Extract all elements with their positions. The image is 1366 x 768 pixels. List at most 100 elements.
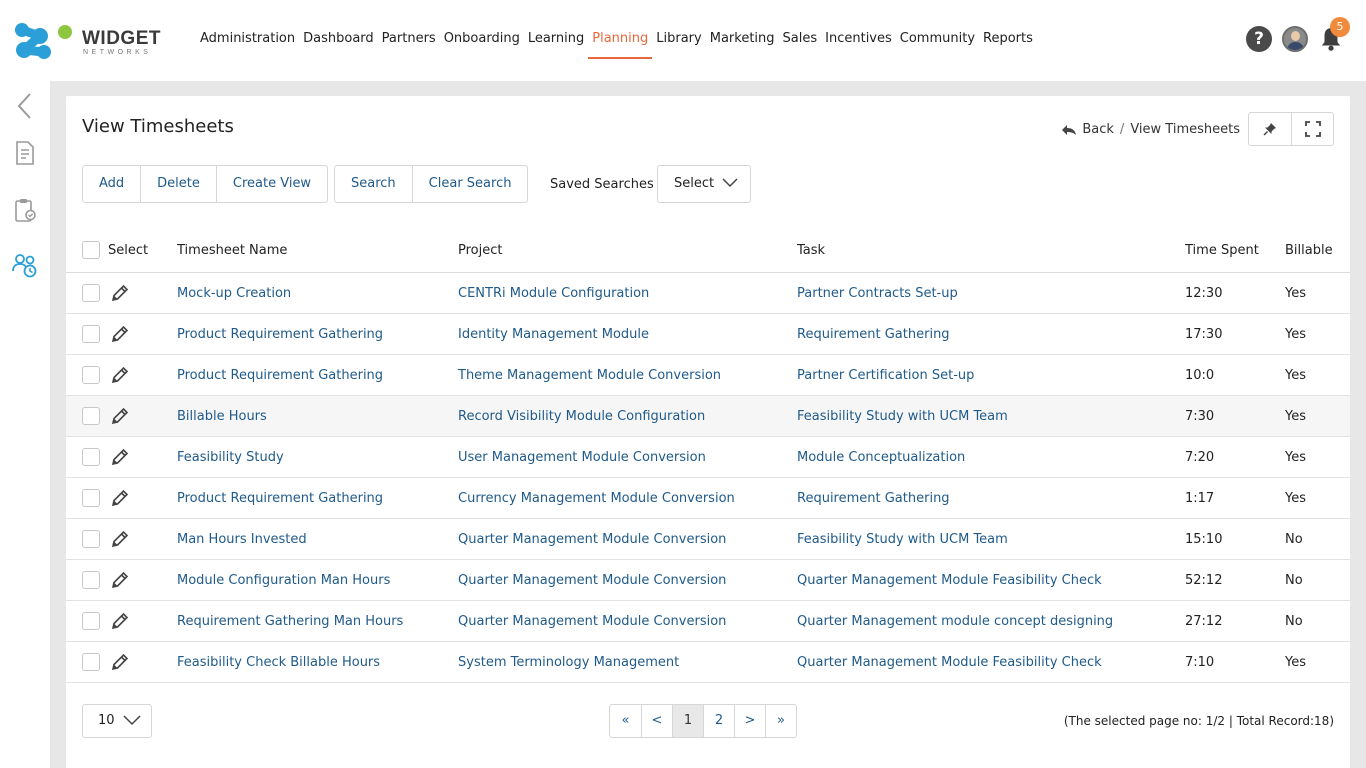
delete-button[interactable]: Delete [140, 166, 216, 202]
task-link[interactable]: Partner Contracts Set-up [797, 273, 958, 313]
project-link[interactable]: CENTRi Module Configuration [458, 273, 649, 313]
row-checkbox[interactable] [82, 571, 100, 589]
pin-button[interactable] [1249, 113, 1291, 145]
timesheet-name-link[interactable]: Module Configuration Man Hours [177, 560, 390, 600]
project-link[interactable]: Quarter Management Module Conversion [458, 560, 726, 600]
row-checkbox[interactable] [82, 284, 100, 302]
edit-button[interactable] [110, 355, 130, 395]
edit-button[interactable] [110, 314, 130, 354]
billable-value: Yes [1285, 654, 1306, 670]
create-view-button[interactable]: Create View [215, 166, 327, 202]
timesheet-name-link[interactable]: Product Requirement Gathering [177, 314, 383, 354]
project-link[interactable]: Identity Management Module [458, 314, 649, 354]
nav-item-planning[interactable]: Planning [588, 29, 653, 59]
project-link[interactable]: Theme Management Module Conversion [458, 355, 721, 395]
project-link[interactable]: Record Visibility Module Configuration [458, 396, 705, 436]
billable-value: Yes [1285, 408, 1306, 424]
time-spent: 1:17 [1185, 490, 1215, 506]
page-2-button[interactable]: 2 [703, 705, 734, 737]
search-button[interactable]: Search [335, 166, 412, 202]
first-page-button[interactable]: « [610, 705, 641, 737]
timesheet-name-link[interactable]: Requirement Gathering Man Hours [177, 601, 403, 641]
saved-searches-select[interactable]: Select [657, 165, 751, 203]
nav-item-learning[interactable]: Learning [524, 29, 588, 59]
breadcrumb-current: View Timesheets [1130, 122, 1240, 137]
timesheet-name-link[interactable]: Billable Hours [177, 396, 267, 436]
timesheet-name-link[interactable]: Product Requirement Gathering [177, 355, 383, 395]
timesheet-name-link[interactable]: Mock-up Creation [177, 273, 291, 313]
task-link[interactable]: Quarter Management Module Feasibility Ch… [797, 560, 1102, 600]
project-link[interactable]: User Management Module Conversion [458, 437, 706, 477]
sidebar-item-approvals[interactable] [12, 197, 38, 223]
row-checkbox[interactable] [82, 325, 100, 343]
nav-item-onboarding[interactable]: Onboarding [440, 29, 524, 59]
nav-item-library[interactable]: Library [652, 29, 705, 59]
user-avatar[interactable] [1282, 26, 1308, 52]
saved-searches-label: Saved Searches [550, 177, 654, 192]
back-link[interactable]: Back [1061, 122, 1114, 137]
nav-item-dashboard[interactable]: Dashboard [299, 29, 378, 59]
column-header-time-spent[interactable]: Time Spent [1185, 228, 1259, 272]
nav-item-incentives[interactable]: Incentives [821, 29, 896, 59]
select-all-checkbox[interactable] [82, 241, 100, 259]
time-spent: 12:30 [1185, 285, 1223, 301]
column-header-task[interactable]: Task [797, 228, 825, 272]
notifications-button[interactable]: 5 [1318, 17, 1350, 52]
row-checkbox[interactable] [82, 489, 100, 507]
row-checkbox[interactable] [82, 407, 100, 425]
add-button[interactable]: Add [83, 166, 140, 202]
column-header-project[interactable]: Project [458, 228, 502, 272]
table-row: Feasibility Study User Management Module … [66, 437, 1350, 478]
nav-item-sales[interactable]: Sales [779, 29, 822, 59]
previous-page-button[interactable]: < [641, 705, 672, 737]
row-checkbox[interactable] [82, 530, 100, 548]
next-page-button[interactable]: > [734, 705, 765, 737]
last-page-button[interactable]: » [765, 705, 796, 737]
row-checkbox[interactable] [82, 653, 100, 671]
widget-networks-logo[interactable]: WIDGET NETWORKS [14, 22, 161, 60]
task-link[interactable]: Module Conceptualization [797, 437, 965, 477]
nav-item-reports[interactable]: Reports [979, 29, 1037, 59]
help-icon[interactable]: ? [1246, 26, 1272, 52]
edit-button[interactable] [110, 273, 130, 313]
sidebar-item-documents[interactable] [12, 140, 38, 166]
edit-button[interactable] [110, 478, 130, 518]
fullscreen-button[interactable] [1291, 113, 1333, 145]
nav-item-administration[interactable]: Administration [196, 29, 299, 59]
column-header-billable[interactable]: Billable [1285, 228, 1333, 272]
row-checkbox[interactable] [82, 612, 100, 630]
rows-per-page-select[interactable]: 10 [82, 704, 152, 738]
project-link[interactable]: Quarter Management Module Conversion [458, 519, 726, 559]
project-link[interactable]: Currency Management Module Conversion [458, 478, 735, 518]
project-link[interactable]: System Terminology Management [458, 642, 679, 682]
task-link[interactable]: Partner Certification Set-up [797, 355, 974, 395]
nav-item-community[interactable]: Community [896, 29, 979, 59]
task-link[interactable]: Quarter Management Module Feasibility Ch… [797, 642, 1102, 682]
column-header-name[interactable]: Timesheet Name [177, 228, 287, 272]
row-checkbox[interactable] [82, 366, 100, 384]
row-checkbox[interactable] [82, 448, 100, 466]
nav-item-marketing[interactable]: Marketing [706, 29, 779, 59]
collapse-sidebar-button[interactable] [12, 93, 38, 119]
edit-button[interactable] [110, 642, 130, 682]
row-select-cell [82, 273, 100, 313]
page-1-button[interactable]: 1 [672, 705, 703, 737]
task-link[interactable]: Feasibility Study with UCM Team [797, 396, 1008, 436]
edit-button[interactable] [110, 519, 130, 559]
clear-search-button[interactable]: Clear Search [411, 166, 528, 202]
task-link[interactable]: Requirement Gathering [797, 314, 950, 354]
edit-button[interactable] [110, 437, 130, 477]
edit-button[interactable] [110, 396, 130, 436]
sidebar-item-timesheets[interactable] [12, 252, 38, 278]
timesheet-name-link[interactable]: Product Requirement Gathering [177, 478, 383, 518]
timesheet-name-link[interactable]: Man Hours Invested [177, 519, 307, 559]
timesheet-name-link[interactable]: Feasibility Check Billable Hours [177, 642, 380, 682]
task-link[interactable]: Quarter Management module concept design… [797, 601, 1113, 641]
edit-button[interactable] [110, 560, 130, 600]
project-link[interactable]: Quarter Management Module Conversion [458, 601, 726, 641]
edit-button[interactable] [110, 601, 130, 641]
task-link[interactable]: Feasibility Study with UCM Team [797, 519, 1008, 559]
task-link[interactable]: Requirement Gathering [797, 478, 950, 518]
nav-item-partners[interactable]: Partners [378, 29, 440, 59]
timesheet-name-link[interactable]: Feasibility Study [177, 437, 284, 477]
